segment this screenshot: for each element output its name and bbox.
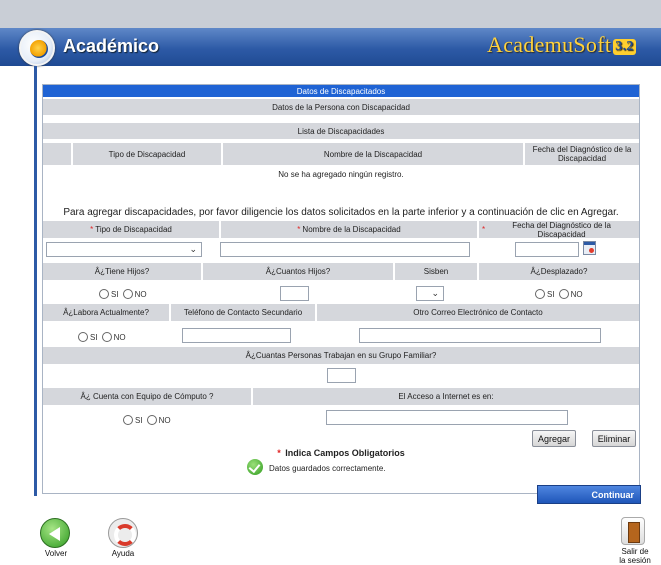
tipo-discapacidad-select[interactable]: ⌄ — [46, 242, 202, 257]
header-fecha: Fecha del Diagnóstico de la Discapacidad — [525, 143, 639, 165]
person-title: Datos de la Persona con Discapacidad — [43, 99, 639, 115]
calendar-icon[interactable] — [583, 241, 596, 255]
radio-no-label: NO — [570, 289, 583, 299]
radio-si-label: SI — [135, 415, 143, 425]
left-accent-line — [34, 66, 37, 496]
back-arrow-icon[interactable] — [40, 518, 70, 548]
telefono-secundario-input[interactable] — [182, 328, 291, 343]
desplazado-no-radio[interactable] — [558, 289, 569, 299]
salir-label[interactable]: Salir de la sesión — [611, 547, 659, 565]
label-equipo: Â¿ Cuenta con Equipo de Cómputo ? — [43, 388, 251, 405]
label-correo: Otro Correo Electrónico de Contacto — [317, 304, 639, 321]
label-fecha-text: Fecha del Diagnóstico de la Discapacidad — [512, 220, 611, 239]
labora-no-radio[interactable] — [101, 332, 112, 342]
label-tipo-text: Tipo de Discapacidad — [95, 225, 172, 234]
desplazado-radio-group: SI NO — [535, 289, 587, 299]
salir-label-line1: Salir de — [621, 547, 649, 556]
empty-list-message: No se ha agregado ningún registro. — [278, 169, 404, 179]
personas-trabajan-input[interactable] — [327, 368, 356, 383]
app-title: Académico — [63, 36, 160, 56]
brand-name: AcademuSoft — [487, 32, 612, 57]
label-desplazado: Â¿Desplazado? — [479, 263, 639, 280]
instructions-text: Para agregar discapacidades, por favor d… — [63, 206, 619, 218]
exit-door-icon[interactable] — [621, 517, 645, 545]
label-fecha: * Fecha del Diagnóstico de la Discapacida… — [479, 220, 639, 239]
required-asterisk: * — [277, 448, 281, 458]
salir-label-line2: la sesión — [619, 556, 651, 565]
radio-no-label: NO — [134, 289, 147, 299]
continuar-button[interactable]: Continuar — [537, 485, 641, 504]
radio-si-label: SI — [547, 289, 555, 299]
sisben-select[interactable]: ⌄ — [416, 286, 444, 301]
ayuda-label[interactable]: Ayuda — [103, 549, 143, 558]
desplazado-si-radio[interactable] — [535, 289, 545, 299]
label-labora: Â¿Labora Actualmente? — [43, 304, 169, 321]
hijos-no-radio[interactable] — [122, 289, 133, 299]
disability-form: Datos de Discapacitados Datos de la Pers… — [42, 84, 640, 494]
fecha-diagnostico-input[interactable] — [515, 242, 579, 257]
volver-label[interactable]: Volver — [36, 549, 76, 558]
label-nombre: * Nombre de la Discapacidad — [221, 221, 477, 238]
label-personas: Â¿Cuantas Personas Trabajan en su Grupo … — [43, 347, 639, 364]
brand-logo: AcademuSoft 3.2 — [487, 32, 636, 58]
required-asterisk: * — [297, 225, 301, 234]
radio-si-label: SI — [111, 289, 119, 299]
label-sisben: Sisben — [395, 263, 477, 280]
browser-top-strip — [0, 0, 661, 28]
label-cuantos-hijos: Â¿Cuantos Hijos? — [203, 263, 393, 280]
agregar-button[interactable]: Agregar — [532, 430, 576, 447]
acceso-internet-input[interactable] — [326, 410, 568, 425]
radio-si-label: SI — [90, 332, 98, 342]
required-asterisk: * — [90, 225, 94, 234]
logo-emblem-icon — [30, 40, 48, 58]
table-header-spacer — [43, 143, 71, 165]
equipo-si-radio[interactable] — [123, 415, 133, 425]
header-tipo: Tipo de Discapacidad — [73, 143, 221, 165]
hijos-radio-group: SI NO — [99, 289, 151, 299]
label-internet: El Acceso a Internet es en: — [253, 388, 639, 405]
check-success-icon — [247, 459, 263, 475]
academico-logo-icon — [19, 30, 55, 66]
nombre-discapacidad-input[interactable] — [220, 242, 470, 257]
cuantos-hijos-input[interactable] — [280, 286, 309, 301]
chevron-down-icon: ⌄ — [431, 288, 439, 298]
label-nombre-text: Nombre de la Discapacidad — [302, 225, 401, 234]
saved-message: Datos guardados correctamente. — [269, 463, 386, 473]
otro-correo-input[interactable] — [359, 328, 601, 343]
brand-version: 3.2 — [613, 39, 636, 55]
label-tipo: * Tipo de Discapacidad — [43, 221, 219, 238]
label-hijos: Â¿Tiene Hijos? — [43, 263, 201, 280]
required-note-text: Indica Campos Obligatorios — [285, 448, 405, 458]
radio-no-label: NO — [113, 332, 126, 342]
equipo-no-radio[interactable] — [146, 415, 157, 425]
chevron-down-icon: ⌄ — [189, 244, 197, 254]
list-title: Lista de Discapacidades — [43, 123, 639, 139]
section-title: Datos de Discapacitados — [43, 85, 639, 97]
radio-no-label: NO — [158, 415, 171, 425]
eliminar-button[interactable]: Eliminar — [592, 430, 636, 447]
help-lifebuoy-icon[interactable] — [108, 518, 138, 548]
equipo-radio-group: SI NO — [123, 415, 175, 425]
header-nombre: Nombre de la Discapacidad — [223, 143, 523, 165]
hijos-si-radio[interactable] — [99, 289, 109, 299]
required-asterisk: * — [482, 225, 486, 234]
required-note: * Indica Campos Obligatorios — [43, 447, 639, 459]
label-telefono: Teléfono de Contacto Secundario — [171, 304, 315, 321]
labora-si-radio[interactable] — [78, 332, 88, 342]
labora-radio-group: SI NO — [78, 332, 130, 342]
